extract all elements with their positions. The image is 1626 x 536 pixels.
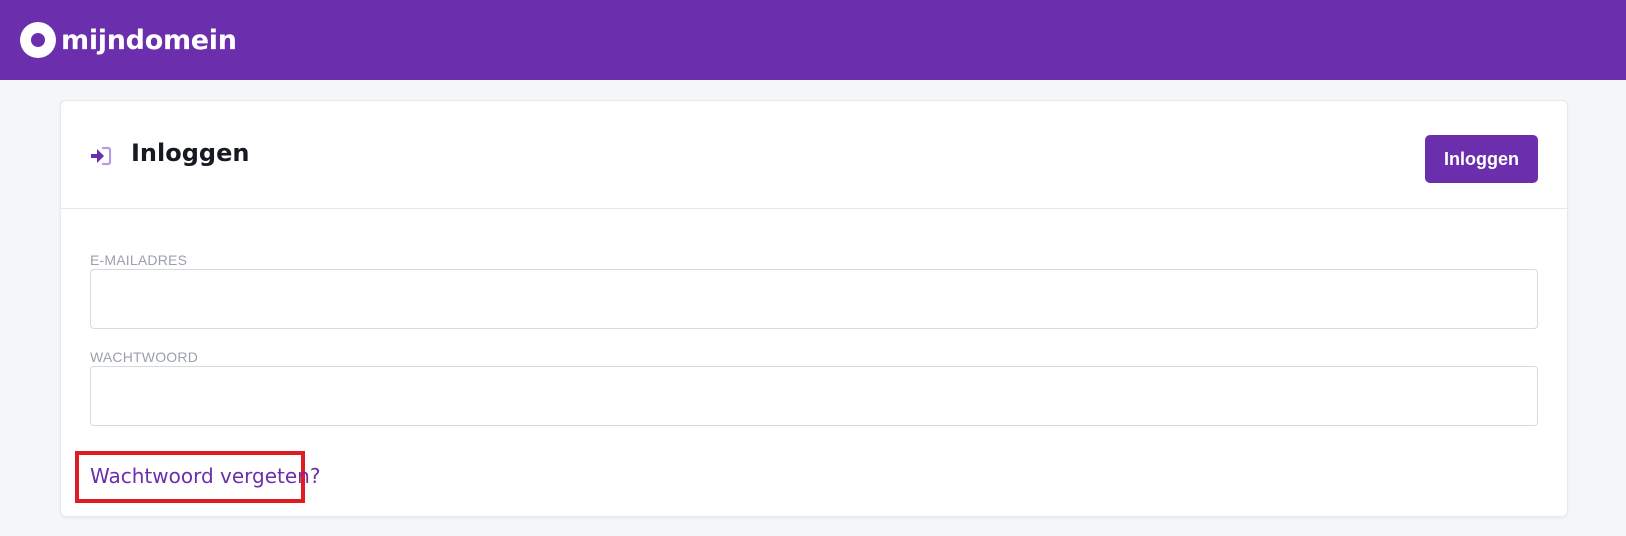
sign-in-icon [91, 146, 112, 166]
logo-text: mijndomein [61, 24, 237, 56]
top-bar: mijndomein [0, 0, 1626, 80]
password-field[interactable] [90, 366, 1538, 426]
logo-mark-icon [20, 22, 56, 58]
mijndomein-logo[interactable]: mijndomein [20, 22, 237, 58]
page-title: Inloggen [131, 139, 250, 167]
email-field[interactable] [90, 269, 1538, 329]
login-button[interactable]: Inloggen [1425, 135, 1538, 183]
email-label: E-MAILADRES [90, 252, 188, 268]
password-label: WACHTWOORD [90, 349, 199, 365]
card-header: Inloggen Inloggen [61, 101, 1567, 209]
forgot-password-link[interactable]: Wachtwoord vergeten? [90, 464, 320, 488]
login-card: Inloggen Inloggen E-MAILADRES WACHTWOORD… [60, 100, 1568, 517]
